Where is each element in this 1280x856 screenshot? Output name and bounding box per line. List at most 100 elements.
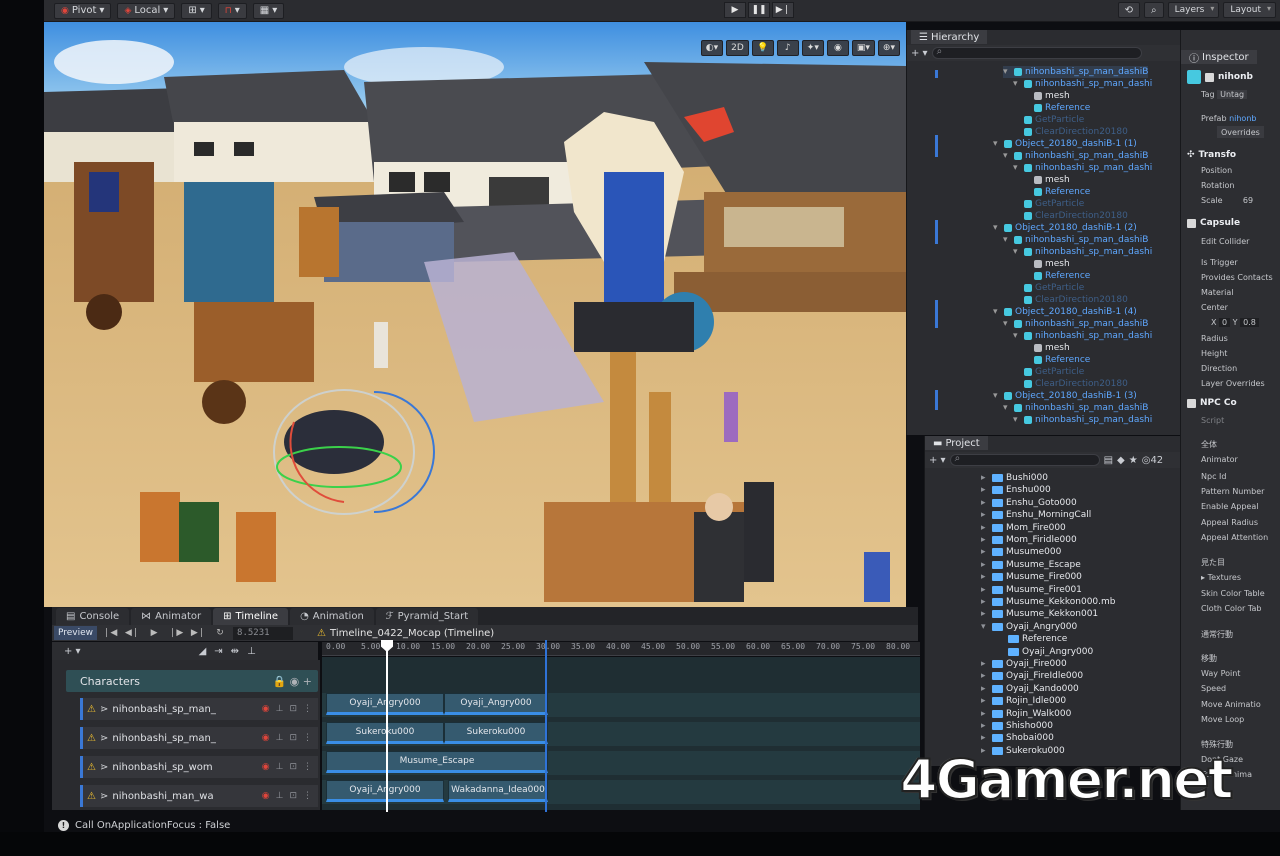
hierarchy-row[interactable]: ▾ nihonbashi_sp_man_dashiB	[1003, 66, 1149, 78]
foldout-arrow-icon[interactable]: ▸	[981, 684, 989, 694]
foldout-arrow-icon[interactable]: ▾	[1013, 79, 1021, 89]
playhead[interactable]	[386, 640, 388, 812]
mute-icon[interactable]: ⊥	[276, 791, 284, 801]
foldout-arrow-icon[interactable]: ▸	[981, 473, 989, 483]
foldout-arrow-icon[interactable]: ▸	[981, 485, 989, 495]
frame-field[interactable]: 8.5231	[233, 626, 294, 640]
foldout-arrow-icon[interactable]: ▾	[981, 622, 989, 632]
hierarchy-row[interactable]: mesh	[1023, 258, 1070, 270]
grid-snap-button[interactable]: ⊞ ▾	[181, 2, 212, 19]
animation-clip[interactable]: Wakadanna_Idea000	[448, 780, 548, 802]
pin-icon[interactable]: ⊥	[247, 646, 256, 657]
mute-icon[interactable]: ⊥	[276, 704, 284, 714]
search-button[interactable]: ⌕	[1143, 2, 1164, 18]
hierarchy-row[interactable]: mesh	[1023, 174, 1070, 186]
tab-animation[interactable]: ◔ Animation	[290, 608, 374, 625]
hierarchy-row[interactable]: ▾ nihonbashi_sp_man_dashiB	[1003, 234, 1148, 246]
project-folder-item[interactable]: ▸ Oyaji_Fire000	[981, 658, 1067, 670]
ripple-icon[interactable]: ⇥	[214, 646, 222, 657]
animation-track[interactable]: ⚠ ⋗ nihonbashi_sp_man_ ◉ ⊥ ⊡ ⋮	[80, 698, 318, 720]
collider-checkbox[interactable]	[1187, 218, 1196, 228]
prev-frame-button[interactable]: ◀❘	[123, 626, 141, 640]
hierarchy-row[interactable]: Reference	[1023, 270, 1090, 282]
gizmos-button[interactable]: ⊕ ▾	[877, 40, 900, 56]
hidden-objects-toggle[interactable]: ◉	[826, 40, 849, 56]
lock-icon[interactable]: ⊡	[289, 762, 297, 772]
foldout-arrow-icon[interactable]: ▸	[981, 535, 989, 545]
textures-foldout[interactable]: ▸ Textures	[1201, 571, 1241, 583]
project-folder-item[interactable]: ▸ Mom_Fire000	[981, 522, 1066, 534]
hierarchy-row[interactable]: ▾ Object_20180_dashiB-1 (3)	[993, 390, 1137, 402]
animation-track[interactable]: ⚠ ⋗ nihonbashi_sp_wom ◉ ⊥ ⊡ ⋮	[80, 756, 318, 778]
foldout-arrow-icon[interactable]: ▾	[1013, 331, 1021, 341]
foldout-arrow-icon[interactable]: ▾	[1003, 319, 1011, 329]
hierarchy-row[interactable]: ▾ Object_20180_dashiB-1 (2)	[993, 222, 1137, 234]
hierarchy-row[interactable]: ▾ nihonbashi_sp_man_dashiB	[1003, 318, 1148, 330]
add-asset-icon[interactable]: + ▾	[929, 455, 946, 466]
foldout-arrow-icon[interactable]: ▾	[1003, 151, 1011, 161]
record-icon[interactable]: ◉	[262, 791, 270, 801]
hierarchy-row[interactable]: ▾ nihonbashi_sp_man_dashiB	[1003, 402, 1148, 414]
lighting-toggle[interactable]: 💡	[751, 40, 774, 56]
tab-pyramid-start[interactable]: ℱ Pyramid_Start	[375, 608, 479, 625]
scale-snap-button[interactable]: ▦ ▾	[252, 2, 285, 19]
track-controls[interactable]: ◉ ⊥ ⊡ ⋮	[262, 791, 312, 801]
record-icon[interactable]: ◉	[262, 704, 270, 714]
foldout-arrow-icon[interactable]: ▾	[993, 139, 1001, 149]
hierarchy-row[interactable]: Reference	[1023, 186, 1090, 198]
pause-button[interactable]: ❚❚	[748, 2, 770, 18]
overrides-dropdown[interactable]: Overrides	[1217, 126, 1264, 138]
goto-start-button[interactable]: ❘◀	[101, 626, 119, 640]
npc-checkbox[interactable]	[1187, 398, 1196, 408]
foldout-arrow-icon[interactable]: ▾	[1003, 403, 1011, 413]
project-folder-item[interactable]: ▸ Musume_Fire001	[981, 584, 1082, 596]
record-icon[interactable]: ◉	[262, 733, 270, 743]
foldout-arrow-icon[interactable]: ▸	[981, 597, 989, 607]
menu-icon[interactable]: ⋮	[303, 762, 312, 772]
active-checkbox[interactable]	[1205, 72, 1214, 82]
clip-area[interactable]: Oyaji_Angry000 Oyaji_Angry000 Sukeroku000 S…	[322, 657, 920, 810]
foldout-arrow-icon[interactable]: ▾	[1013, 163, 1021, 173]
foldout-arrow-icon[interactable]: ▸	[981, 585, 989, 595]
menu-icon[interactable]: ⋮	[303, 791, 312, 801]
project-folder-item[interactable]: ▸ Shobai000	[981, 732, 1054, 744]
hierarchy-row[interactable]: GetParticle	[1013, 282, 1084, 294]
draw-mode-button[interactable]: ◐ ▾	[700, 40, 724, 56]
project-folder-item[interactable]: ▸ Shisho000	[981, 720, 1053, 732]
foldout-arrow-icon[interactable]: ▸	[981, 498, 989, 508]
foldout-arrow-icon[interactable]: ▸	[981, 523, 989, 533]
hierarchy-row[interactable]: GetParticle	[1013, 366, 1084, 378]
tab-timeline[interactable]: ⊞ Timeline	[213, 608, 289, 625]
hierarchy-row[interactable]: ▾ nihonbashi_sp_man_dashi	[1013, 162, 1152, 174]
hierarchy-row[interactable]: ▾ nihonbashi_sp_man_dashi	[1013, 330, 1152, 342]
foldout-arrow-icon[interactable]: ▾	[993, 223, 1001, 233]
project-folder-item[interactable]: ▸ Enshu_MorningCall	[981, 509, 1091, 521]
animation-clip[interactable]: Oyaji_Angry000	[326, 693, 444, 715]
tag-row[interactable]: Tag Untag	[1201, 88, 1248, 100]
animation-track[interactable]: ⚠ ⋗ nihonbashi_sp_man_ ◉ ⊥ ⊡ ⋮	[80, 727, 318, 749]
project-folder-item[interactable]: ▸ Oyaji_Kando000	[981, 683, 1079, 695]
label-icon[interactable]: ◆	[1117, 455, 1125, 466]
project-folder-item[interactable]: Oyaji_Angry000	[997, 646, 1093, 658]
snap-icon[interactable]: ◢	[199, 646, 207, 657]
local-toggle[interactable]: ◈ Local ▾	[117, 2, 176, 19]
hierarchy-row[interactable]: ▾ nihonbashi_sp_man_dashi	[1013, 246, 1152, 258]
filter-icon[interactable]: ▤	[1104, 455, 1113, 466]
project-folder-item[interactable]: ▸ Rojin_Idle000	[981, 695, 1066, 707]
edit-collider-button[interactable]: Edit Collider	[1201, 235, 1249, 247]
snap-increment-button[interactable]: ⊓ ▾	[217, 2, 247, 19]
project-folder-item[interactable]: ▸ Bushi000	[981, 472, 1048, 484]
play-button[interactable]: ▶	[724, 2, 746, 18]
project-folder-item[interactable]: ▸ Enshu_Goto000	[981, 497, 1077, 509]
hierarchy-row[interactable]: ▾ nihonbashi_sp_man_dashiB	[1003, 150, 1148, 162]
hierarchy-row[interactable]: ClearDirection20180	[1013, 294, 1128, 306]
capsule-collider-header[interactable]: Capsule	[1187, 216, 1240, 230]
foldout-arrow-icon[interactable]: ▸	[981, 709, 989, 719]
project-folder-item[interactable]: ▸ Enshu000	[981, 484, 1051, 496]
project-folder-item[interactable]: ▸ Musume_Escape	[981, 559, 1081, 571]
lock-icon[interactable]: ⊡	[289, 733, 297, 743]
preview-button[interactable]: Preview	[54, 626, 98, 640]
tab-animator[interactable]: ⋈ Animator	[131, 608, 212, 625]
next-frame-button[interactable]: ❘▶	[167, 626, 185, 640]
tab-console[interactable]: ▤ Console	[56, 608, 130, 625]
